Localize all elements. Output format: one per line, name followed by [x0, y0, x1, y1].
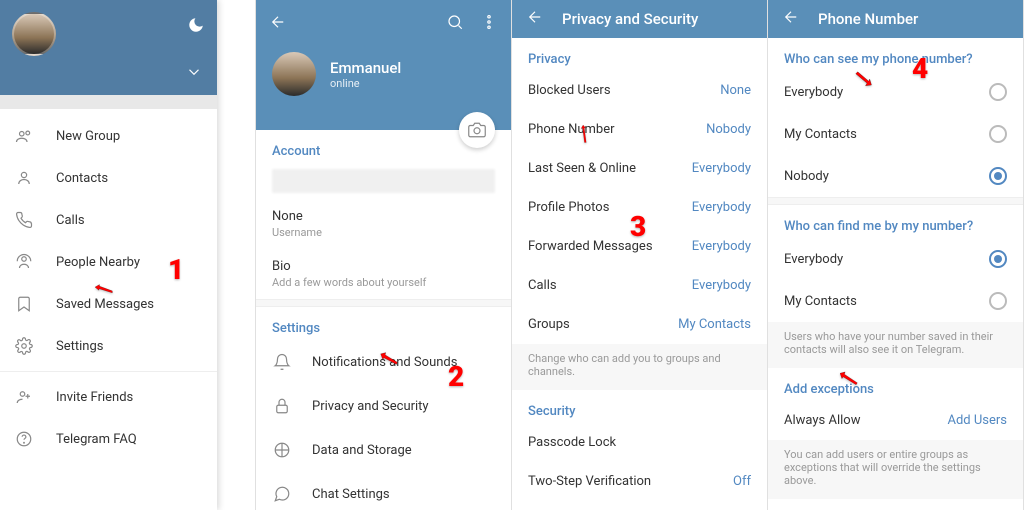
menu-new-group[interactable]: New Group [0, 115, 217, 157]
row-calls[interactable]: CallsEverybody [512, 266, 767, 305]
row-phone-number[interactable]: Phone NumberNobody [512, 110, 767, 149]
arrow-3 [575, 125, 593, 147]
lock-icon [272, 396, 292, 416]
row-sessions[interactable]: Active Sessions [512, 501, 767, 510]
menu-label: Settings [56, 339, 103, 354]
menu-settings[interactable]: Settings [0, 325, 217, 367]
arrow-2 [380, 350, 398, 372]
gear-icon [14, 336, 34, 356]
annotation-4: 4 [912, 52, 928, 85]
back-icon[interactable] [268, 12, 288, 32]
chat-icon [272, 484, 292, 504]
privacy-security-panel: Privacy and Security Privacy Blocked Use… [512, 0, 768, 510]
back-icon[interactable] [526, 8, 544, 30]
annotation-1: 1 [168, 253, 184, 286]
find-header: Who can find me by my number? [768, 205, 1023, 238]
exceptions-header: Add exceptions [768, 368, 1023, 401]
radio-see-everybody[interactable]: Everybody [768, 71, 1023, 113]
menu-invite-friends[interactable]: Invite Friends [0, 376, 217, 418]
phone-blurred [272, 169, 495, 193]
radio-see-contacts[interactable]: My Contacts [768, 113, 1023, 155]
row-groups[interactable]: GroupsMy Contacts [512, 305, 767, 344]
chat-list-backdrop: 🔍 23 AM4579 36 AM1 36 PM456 Mon149 Mon J… [217, 0, 255, 510]
setting-data[interactable]: Data and Storage [256, 428, 511, 472]
arrow-1 [95, 280, 113, 302]
more-icon[interactable] [479, 12, 499, 32]
drawer-panel: 🔍 23 AM4579 36 AM1 36 PM456 Mon149 Mon J… [0, 0, 256, 510]
annotation-3: 3 [630, 210, 646, 243]
find-note: Users who have your number saved in thei… [768, 322, 1023, 368]
radio-icon [989, 292, 1007, 310]
menu-label: Calls [56, 213, 85, 228]
row-blocked-users[interactable]: Blocked UsersNone [512, 71, 767, 110]
phone-number-panel: Phone Number Who can see my phone number… [768, 0, 1024, 510]
menu-label: People Nearby [56, 255, 140, 270]
menu-people-nearby[interactable]: People Nearby [0, 241, 217, 283]
avatar[interactable] [272, 52, 316, 96]
camera-fab[interactable] [459, 112, 495, 148]
data-icon [272, 440, 292, 460]
page-title: Privacy and Security [562, 10, 698, 28]
privacy-header-bar: Privacy and Security [512, 0, 767, 38]
setting-privacy[interactable]: Privacy and Security [256, 384, 511, 428]
invite-icon [14, 387, 34, 407]
help-icon [14, 429, 34, 449]
nearby-icon [14, 252, 34, 272]
user-status: online [330, 77, 401, 90]
menu-telegram-faq[interactable]: Telegram FAQ [0, 418, 217, 460]
row-two-step[interactable]: Two-Step VerificationOff [512, 462, 767, 501]
search-icon[interactable] [445, 12, 465, 32]
radio-icon [989, 83, 1007, 101]
contact-icon [14, 168, 34, 188]
privacy-section: Privacy [512, 38, 767, 71]
menu-label: New Group [56, 129, 120, 144]
menu-label: Invite Friends [56, 390, 133, 405]
menu-contacts[interactable]: Contacts [0, 157, 217, 199]
settings-header-label: Settings [256, 307, 511, 340]
bell-icon [272, 352, 292, 372]
menu-label: Contacts [56, 171, 108, 186]
row-passcode[interactable]: Passcode Lock [512, 423, 767, 462]
row-last-seen[interactable]: Last Seen & OnlineEverybody [512, 149, 767, 188]
settings-header: Emmanuel online [256, 0, 511, 130]
security-section: Security [512, 390, 767, 423]
chevron-down-icon[interactable] [185, 63, 203, 85]
phone-icon [14, 210, 34, 230]
radio-icon [989, 250, 1007, 268]
annotation-2: 2 [448, 360, 464, 393]
settings-panel: Emmanuel online Account None Username Bi… [256, 0, 512, 510]
privacy-note: Change who can add you to groups and cha… [512, 344, 767, 390]
bio-row[interactable]: Bio Add a few words about yourself [256, 249, 511, 299]
radio-icon [989, 167, 1007, 185]
back-icon[interactable] [782, 8, 800, 30]
see-header: Who can see my phone number? [768, 38, 1023, 71]
exceptions-note: You can add users or entire groups as ex… [768, 440, 1023, 499]
group-icon [14, 126, 34, 146]
phone-header-bar: Phone Number [768, 0, 1023, 38]
radio-find-contacts[interactable]: My Contacts [768, 280, 1023, 322]
avatar[interactable] [12, 12, 56, 56]
night-mode-icon[interactable] [187, 16, 205, 39]
arrow-5 [840, 370, 858, 392]
arrow-4 [855, 70, 873, 92]
drawer-header [0, 0, 217, 95]
bookmark-icon [14, 294, 34, 314]
radio-see-nobody[interactable]: Nobody [768, 155, 1023, 197]
user-name: Emmanuel [330, 59, 401, 77]
menu-label: Telegram FAQ [56, 432, 137, 447]
setting-chat[interactable]: Chat Settings [256, 472, 511, 510]
radio-find-everybody[interactable]: Everybody [768, 238, 1023, 280]
username-row[interactable]: None Username [256, 199, 511, 249]
menu-calls[interactable]: Calls [0, 199, 217, 241]
radio-icon [989, 125, 1007, 143]
page-title: Phone Number [818, 10, 918, 28]
row-always-allow[interactable]: Always AllowAdd Users [768, 401, 1023, 440]
